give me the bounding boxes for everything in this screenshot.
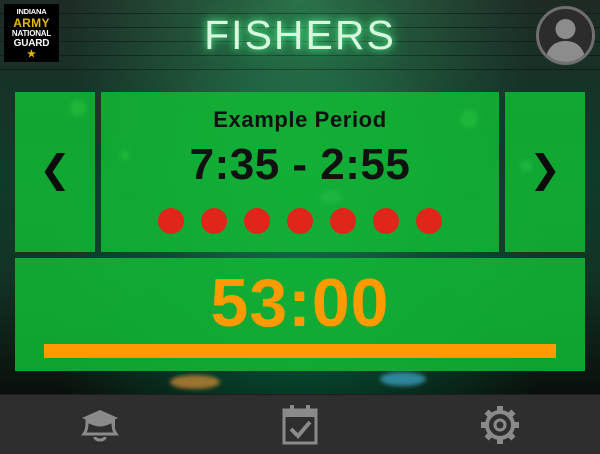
period-card: Example Period 7:35 - 2:55 <box>101 92 499 252</box>
period-indicator-dot <box>373 208 399 234</box>
user-icon <box>545 19 586 62</box>
period-indicator-dot <box>244 208 270 234</box>
tab-bell-schedule[interactable] <box>78 403 122 447</box>
gear-icon <box>481 406 519 444</box>
period-indicator-dot <box>201 208 227 234</box>
period-time-range: 7:35 - 2:55 <box>189 140 411 189</box>
logo-line-guard: GUARD <box>13 37 50 49</box>
previous-period-button[interactable]: ❮ <box>15 92 95 252</box>
period-indicator-dots <box>158 208 448 234</box>
header: INDIANA ARMY NATIONAL GUARD ★ FISHERS <box>0 0 600 72</box>
next-period-button[interactable]: ❯ <box>505 92 585 252</box>
countdown-card: 53:00 <box>15 258 585 371</box>
chevron-right-icon: ❯ <box>529 147 561 191</box>
bottom-tab-bar <box>0 394 600 454</box>
logo-line-army: ARMY <box>13 15 50 30</box>
logo-line-state: INDIANA <box>16 7 47 16</box>
indiana-national-guard-logo: INDIANA ARMY NATIONAL GUARD ★ <box>4 4 59 62</box>
tab-calendar[interactable] <box>278 403 322 447</box>
bell-icon <box>81 410 119 442</box>
profile-avatar-button[interactable] <box>536 6 595 65</box>
tab-settings[interactable] <box>478 403 522 447</box>
countdown-progress-bar <box>44 344 556 358</box>
logo-star-icon: ★ <box>27 48 36 60</box>
period-indicator-dot <box>330 208 356 234</box>
countdown-timer: 53:00 <box>210 265 390 341</box>
period-indicator-dot <box>416 208 442 234</box>
app-title: FISHERS <box>204 12 396 58</box>
period-name: Example Period <box>213 107 387 132</box>
period-indicator-dot <box>287 208 313 234</box>
chevron-left-icon: ❮ <box>39 147 71 191</box>
calendar-check-icon <box>282 405 318 445</box>
period-indicator-dot <box>158 208 184 234</box>
logo-line-national: NATIONAL <box>11 28 52 38</box>
progress-fill <box>44 344 556 358</box>
